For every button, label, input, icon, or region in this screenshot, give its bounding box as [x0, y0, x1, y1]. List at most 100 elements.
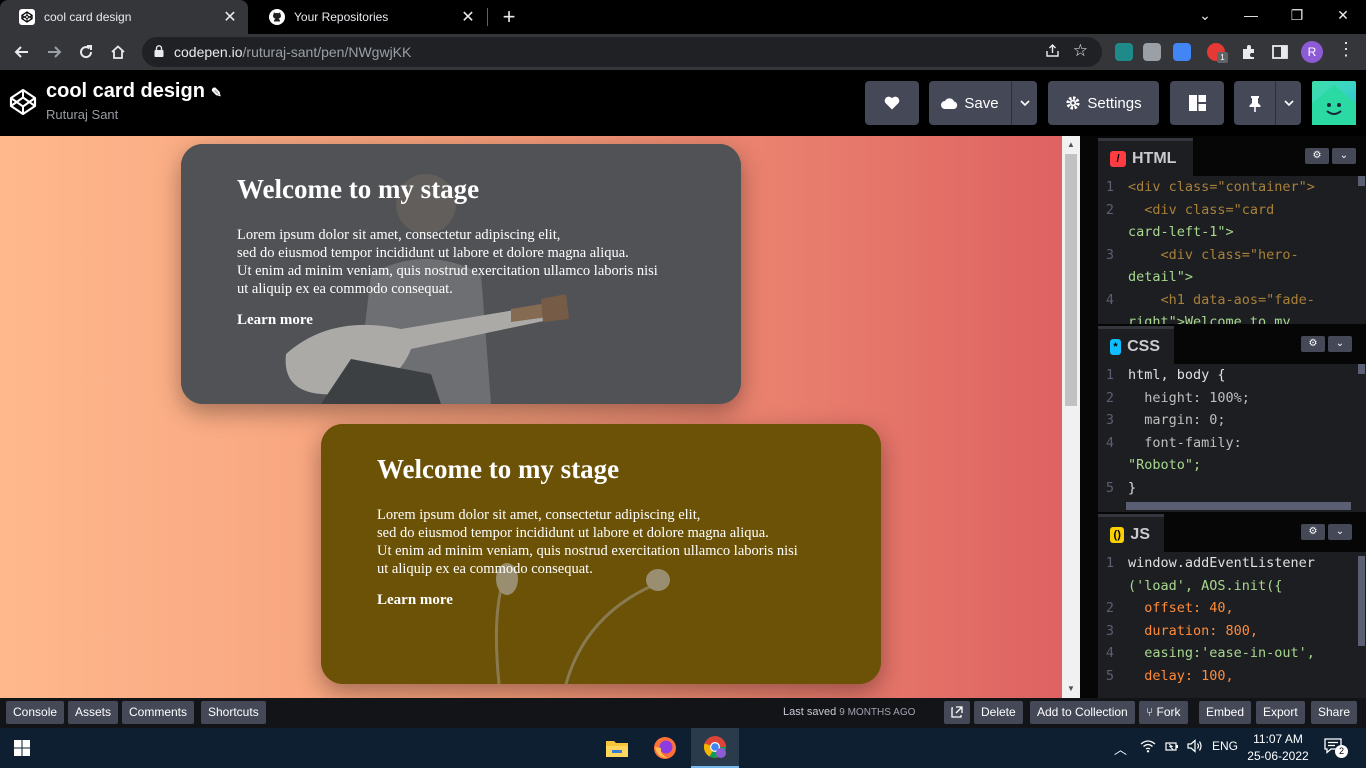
extension-icon[interactable]: [1115, 43, 1133, 61]
windows-start-icon[interactable]: [14, 740, 30, 756]
html-editor-scrollbar[interactable]: [1356, 176, 1366, 324]
taskbar-clock[interactable]: 11:07 AM 25-06-2022: [1246, 731, 1310, 765]
add-to-collection-button[interactable]: Add to Collection: [1030, 701, 1135, 724]
card-body-line: Ut enim ad minim veniam, quis nostrud ex…: [377, 543, 798, 559]
embed-button[interactable]: Embed: [1199, 701, 1252, 724]
camera-icon[interactable]: [1143, 43, 1161, 61]
extension-icon[interactable]: [1173, 43, 1191, 61]
settings-button[interactable]: Settings: [1048, 81, 1159, 125]
assets-button[interactable]: Assets: [68, 701, 119, 724]
battery-icon[interactable]: [1165, 739, 1179, 756]
comments-button[interactable]: Comments: [122, 701, 195, 724]
js-editor-scrollbar[interactable]: [1356, 552, 1366, 698]
new-tab-button[interactable]: +: [498, 4, 520, 30]
bookmark-star-icon[interactable]: ☆: [1073, 41, 1088, 61]
browser-menu-icon[interactable]: ⋮: [1336, 39, 1356, 60]
wifi-icon[interactable]: [1140, 739, 1156, 756]
codepen-logo-icon[interactable]: [8, 87, 38, 117]
gear-icon[interactable]: ⚙: [1301, 524, 1325, 540]
sidepanel-icon[interactable]: [1271, 43, 1289, 61]
tray-chevron-up-icon[interactable]: ︿: [1114, 739, 1127, 758]
css-code[interactable]: 1 html, body { 2 height: 100%; 3 margin: …: [1098, 364, 1354, 500]
code-line: margin: 0;: [1128, 412, 1226, 428]
learn-more-link[interactable]: Learn more: [377, 592, 453, 609]
code-line: right">Welcome to my: [1128, 314, 1291, 324]
pencil-icon[interactable]: ✎: [211, 85, 222, 101]
chevron-down-icon[interactable]: ⌄: [1328, 336, 1352, 352]
maximize-button[interactable]: ❐: [1274, 0, 1320, 34]
scrollbar-thumb[interactable]: [1358, 364, 1365, 374]
heart-icon: [884, 96, 900, 110]
fork-button[interactable]: ⑂ Fork: [1139, 701, 1188, 724]
heart-button[interactable]: [865, 81, 919, 125]
chevron-down-icon[interactable]: ⌄: [1328, 524, 1352, 540]
window-close-button[interactable]: ✕: [1320, 0, 1366, 34]
firefox-app[interactable]: [641, 728, 689, 768]
file-explorer-app[interactable]: [593, 728, 641, 768]
notification-center-button[interactable]: 2: [1324, 738, 1348, 758]
card-body-line: ut aliquip ex ea commodo consequat.: [237, 281, 453, 297]
code-line: easing:'ease-in-out',: [1128, 645, 1315, 661]
line-number: 1: [1105, 555, 1114, 571]
delete-button[interactable]: Delete: [974, 701, 1023, 724]
tab-close-icon[interactable]: ✕: [456, 7, 480, 27]
css-editor-scrollbar[interactable]: [1356, 364, 1366, 500]
save-dropdown-button[interactable]: [1011, 81, 1037, 125]
extension-icon[interactable]: 1: [1207, 43, 1228, 63]
learn-more-link[interactable]: Learn more: [237, 312, 313, 329]
pen-author[interactable]: Ruturaj Sant: [46, 107, 118, 122]
resize-gutter[interactable]: [1080, 136, 1098, 698]
back-arrow-icon: [14, 46, 28, 58]
scrollbar-thumb[interactable]: [1358, 176, 1365, 186]
line-number: 2: [1105, 600, 1114, 616]
puzzle-icon[interactable]: [1240, 43, 1258, 61]
profile-avatar[interactable]: R: [1301, 41, 1323, 63]
pen-title[interactable]: cool card design ✎: [46, 80, 222, 103]
tab-cool-card-design[interactable]: cool card design ✕: [0, 0, 248, 34]
scrollbar-thumb[interactable]: [1065, 154, 1077, 406]
clock-date: 25-06-2022: [1247, 749, 1309, 763]
shortcuts-button[interactable]: Shortcuts: [201, 701, 266, 724]
gear-icon[interactable]: ⚙: [1305, 148, 1329, 164]
language-indicator[interactable]: ENG: [1212, 739, 1238, 753]
export-button[interactable]: Export: [1256, 701, 1305, 724]
reload-icon: [80, 45, 93, 59]
tab-search-icon[interactable]: ⌄: [1182, 0, 1228, 34]
js-editor-tab[interactable]: () JS: [1098, 514, 1164, 552]
volume-icon[interactable]: [1187, 739, 1203, 756]
tab-your-repositories[interactable]: Your Repositories ✕: [250, 0, 486, 34]
preview-scrollbar[interactable]: ▲ ▼: [1062, 136, 1080, 698]
scroll-up-icon[interactable]: ▲: [1067, 140, 1075, 149]
user-avatar[interactable]: [1312, 81, 1356, 125]
forward-button[interactable]: [40, 38, 68, 66]
js-code[interactable]: 1 window.addEventListener ('load', AOS.in…: [1098, 552, 1354, 698]
chrome-app[interactable]: [691, 728, 739, 768]
change-view-button[interactable]: [1170, 81, 1224, 125]
pin-button[interactable]: [1234, 81, 1275, 125]
gear-icon[interactable]: ⚙: [1301, 336, 1325, 352]
firefox-icon: [654, 737, 676, 759]
reload-button[interactable]: [72, 38, 100, 66]
scrollbar-thumb[interactable]: [1358, 556, 1365, 646]
save-button[interactable]: Save: [929, 81, 1011, 125]
home-button[interactable]: [104, 38, 132, 66]
tab-close-icon[interactable]: ✕: [218, 7, 242, 27]
scroll-down-icon[interactable]: ▼: [1067, 684, 1075, 693]
css-editor-tab[interactable]: * CSS: [1098, 326, 1174, 364]
css-horizontal-scrollbar[interactable]: [1126, 502, 1351, 510]
html-editor-tab[interactable]: / HTML: [1098, 138, 1193, 176]
back-button[interactable]: [8, 38, 36, 66]
address-bar[interactable]: codepen.io/ruturaj-sant/pen/NWgwjKK ☆: [142, 37, 1102, 67]
chevron-down-icon[interactable]: ⌄: [1332, 148, 1356, 164]
card-title: Welcome to my stage: [237, 174, 480, 204]
css-editor-tools: ⚙ ⌄: [1301, 336, 1352, 352]
share-icon[interactable]: [1045, 43, 1060, 61]
open-external-button[interactable]: [944, 701, 970, 724]
share-button[interactable]: Share: [1311, 701, 1358, 724]
minimize-button[interactable]: —: [1228, 0, 1274, 34]
console-button[interactable]: Console: [6, 701, 65, 724]
codepen-header: cool card design ✎ Ruturaj Sant Save Sett…: [0, 70, 1366, 136]
js-badge-icon: (): [1110, 526, 1125, 543]
pin-dropdown-button[interactable]: [1275, 81, 1301, 125]
html-code[interactable]: 1 <div class="container"> 2 <div class="c…: [1098, 176, 1354, 324]
